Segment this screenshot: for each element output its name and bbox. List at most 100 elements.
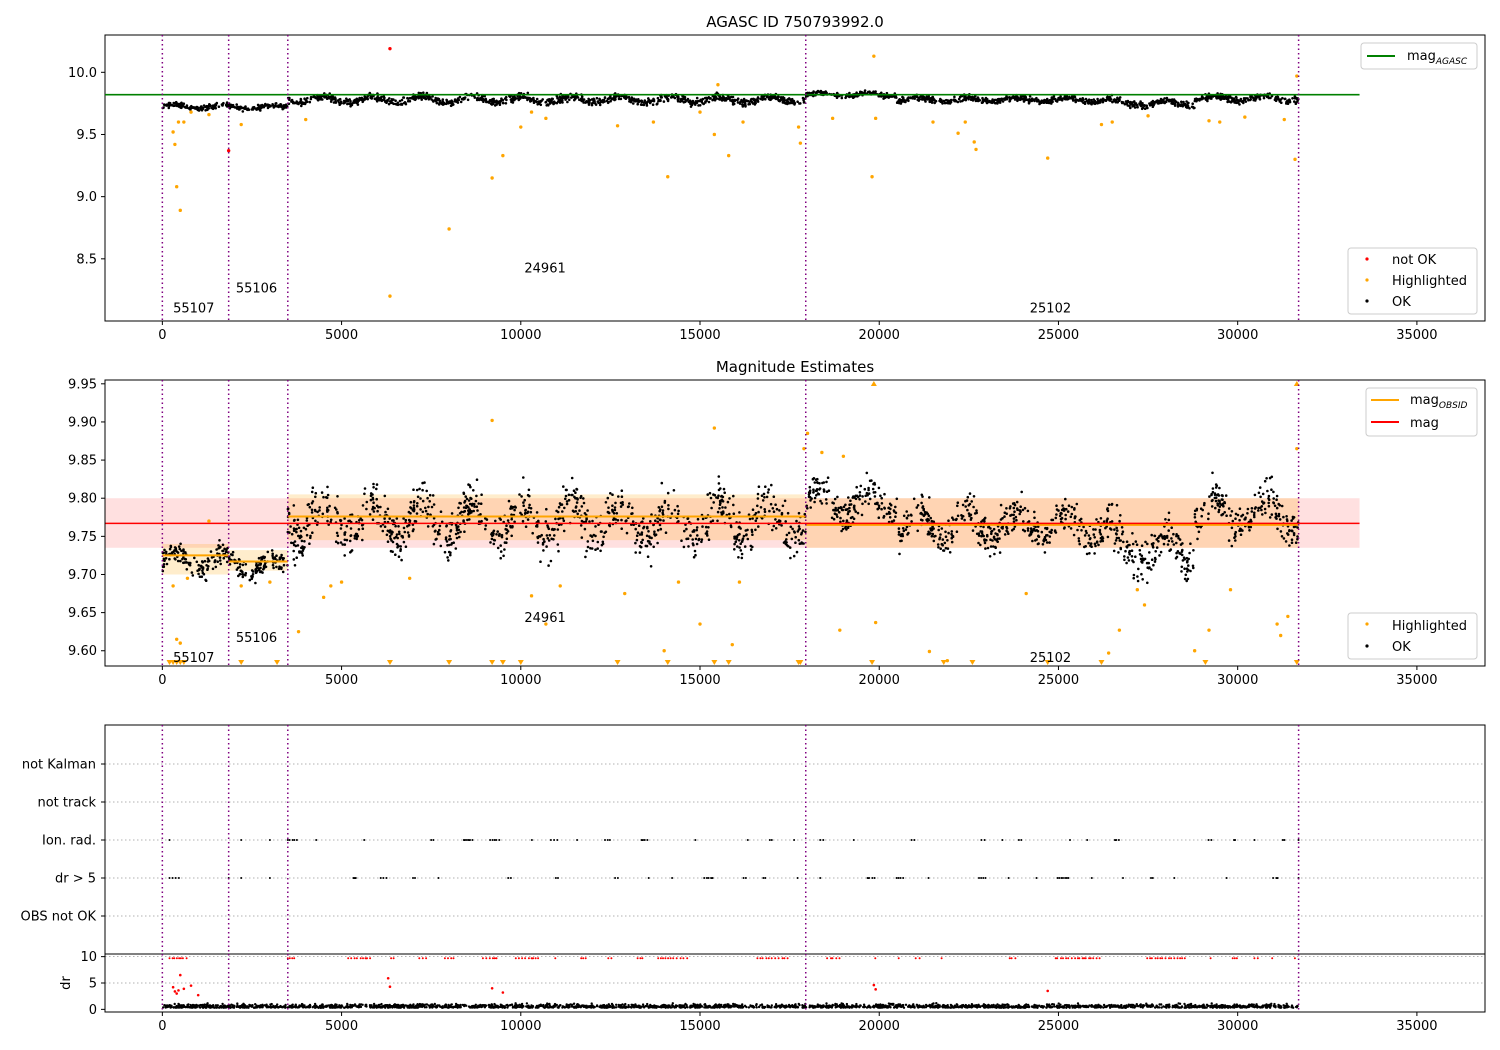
panel1-highlighted-point-0 (171, 130, 175, 134)
legend-mag: mag (1410, 416, 1439, 431)
panel1-highlighted-point-22 (716, 83, 720, 87)
panel1-highlighted-point-24 (741, 120, 745, 124)
panel2-legend-bottom: Highlighted OK (1347, 612, 1478, 660)
panel1-plot-area: 0 5000 10000 15000 20000 25000 30000 35000 8.5 9.… (68, 34, 1486, 343)
panel2-highlighted-point-12 (490, 418, 494, 423)
panel1-highlighted-point-33 (963, 120, 967, 124)
panel1-highlighted-point-29 (872, 54, 876, 58)
panel1-highlighted-point-6 (189, 110, 193, 114)
panel4-ytick-label-1: 5 (89, 977, 97, 992)
panel2-highlighted-point-33 (1117, 628, 1122, 632)
panel3-frame (104, 724, 1486, 955)
panel2-ytick-label-4: 9.80 (68, 492, 97, 507)
panel1-highlighted-point-11 (447, 227, 451, 231)
panel2-xtick-label-4: 20000 (859, 673, 900, 688)
panel2-clipped-low-15 (725, 660, 732, 665)
panel1-xtick-label-4: 20000 (859, 328, 900, 343)
panel1-xtick-label-2: 10000 (500, 328, 541, 343)
panel2-obsid-label-1: 55106 (236, 631, 277, 646)
legend-mag-obsid-subscript: OBSID (1439, 401, 1468, 411)
panel1-highlighted-point-32 (956, 131, 960, 135)
panel4-ytick-label-2: 10 (80, 950, 97, 965)
panel2-highlighted-point-1 (174, 637, 179, 642)
panel2-ytick-label-6: 9.90 (68, 415, 97, 430)
panel2-xtick-label-2: 10000 (500, 673, 541, 688)
dr-panel: dr 0 5 10 0 5000 10000 15000 20000 25000 30000 350… (59, 950, 1486, 1034)
dr-outlier-14 (1046, 989, 1050, 993)
panel1-highlighted-point-37 (1099, 122, 1104, 127)
panel2-xtick-label-3: 15000 (679, 673, 720, 688)
panel2-ytick-label-2: 9.70 (68, 568, 97, 583)
panel2-ytick-label-1: 9.65 (68, 606, 97, 621)
panel1-highlighted-point-13 (501, 153, 505, 158)
panel4-xtick-label-4: 20000 (859, 1019, 900, 1034)
panel2-clipped-low-14 (711, 660, 718, 665)
panel1-xtick-label-7: 35000 (1396, 328, 1437, 343)
panel2-highlighted-point-18 (676, 580, 681, 584)
panel1-highlighted-point-35 (974, 147, 978, 152)
panel1-highlighted-point-34 (972, 140, 976, 144)
panel2-highlighted-point-21 (730, 642, 734, 647)
panel2-clipped-low-5 (238, 660, 245, 665)
panel2-clipped-low-11 (517, 660, 524, 665)
panel2-ytick-label-3: 9.75 (68, 530, 97, 545)
panel2-xtick-label-6: 30000 (1217, 673, 1258, 688)
panel1-highlighted-point-43 (1282, 117, 1286, 122)
panel2-title: Magnitude Estimates (716, 358, 874, 376)
panel2-clipped-low-10 (499, 660, 506, 665)
flag-label-2: Ion. rad. (42, 834, 96, 849)
panel2-highlighted-point-28 (873, 620, 878, 625)
panel2-highlighted-point-22 (737, 580, 742, 584)
flag-label-3: dr > 5 (55, 872, 96, 887)
dr-outlier-12 (872, 983, 876, 987)
panel1-obsid-label-0: 55107 (173, 301, 214, 316)
agasc-magnitude-panel: AGASC ID 750793992.0 0 5000 10000 15000 2000… (68, 13, 1486, 343)
dr-outlier-11 (501, 991, 505, 994)
dr-outlier-3 (177, 989, 180, 992)
panel1-highlighted-point-1 (173, 142, 177, 147)
panel2-clipped-low-7 (386, 660, 393, 665)
panel2-clipped-low-9 (489, 660, 496, 665)
panel1-highlighted-point-41 (1218, 120, 1222, 124)
panel2-highlighted-point-41 (1286, 614, 1290, 619)
flag-label-1: not track (37, 796, 96, 811)
panel2-highlighted-point-36 (1192, 649, 1197, 653)
panel2-highlighted-point-37 (1207, 628, 1211, 632)
panel4-xtick-label-2: 10000 (500, 1019, 541, 1034)
dr-outlier-4 (178, 973, 182, 977)
panel1-highlighted-point-39 (1146, 114, 1150, 118)
panel2-highlighted-point-25 (820, 450, 824, 455)
dr-outlier-6 (189, 984, 193, 987)
panel1-highlighted-point-15 (529, 110, 534, 114)
legend-highlighted: Highlighted (1392, 274, 1467, 289)
legend-mag-agasc-label: mag (1407, 49, 1436, 64)
panel2-clipped-high-0 (870, 381, 877, 386)
panel1-frame (104, 34, 1486, 322)
panel2-highlighted-point-29 (927, 649, 932, 654)
panel2-highlighted-point-11 (407, 576, 412, 580)
panel1-ytick-label-0: 8.5 (76, 252, 97, 267)
panel2-clipped-low-20 (969, 660, 976, 665)
panel1-obsid-label-2: 24961 (524, 262, 565, 277)
panel1-highlighted-point-40 (1207, 119, 1211, 123)
panel2-highlighted-point-40 (1278, 633, 1283, 638)
dr-outlier-1 (173, 990, 177, 993)
legend-mag-obsid-label: mag (1410, 393, 1439, 408)
panel2-highlighted-point-9 (329, 584, 333, 588)
panel4-xtick-label-3: 15000 (679, 1019, 720, 1034)
panel2-obsid-label-2: 24961 (524, 611, 565, 626)
panel1-highlighted-point-2 (174, 185, 179, 189)
panel1-highlighted-point-30 (873, 116, 878, 121)
panel2-highlighted-point-35 (1142, 603, 1147, 607)
dr-ok-points (162, 1002, 1299, 1009)
panel1-highlighted-point-21 (712, 132, 717, 137)
panel4-xtick-label-0: 0 (158, 1019, 166, 1034)
flag-label-0: not Kalman (22, 758, 96, 773)
dr-outlier-9 (388, 985, 392, 988)
panel1-highlighted-point-28 (870, 175, 874, 179)
panel2-highlighted-point-8 (321, 595, 326, 600)
panel2-ytick-label-7: 9.95 (68, 377, 97, 392)
panel1-highlighted-point-8 (239, 122, 243, 127)
panel4-xtick-label-1: 5000 (325, 1019, 358, 1034)
panel2-clipped-low-23 (1202, 660, 1209, 665)
